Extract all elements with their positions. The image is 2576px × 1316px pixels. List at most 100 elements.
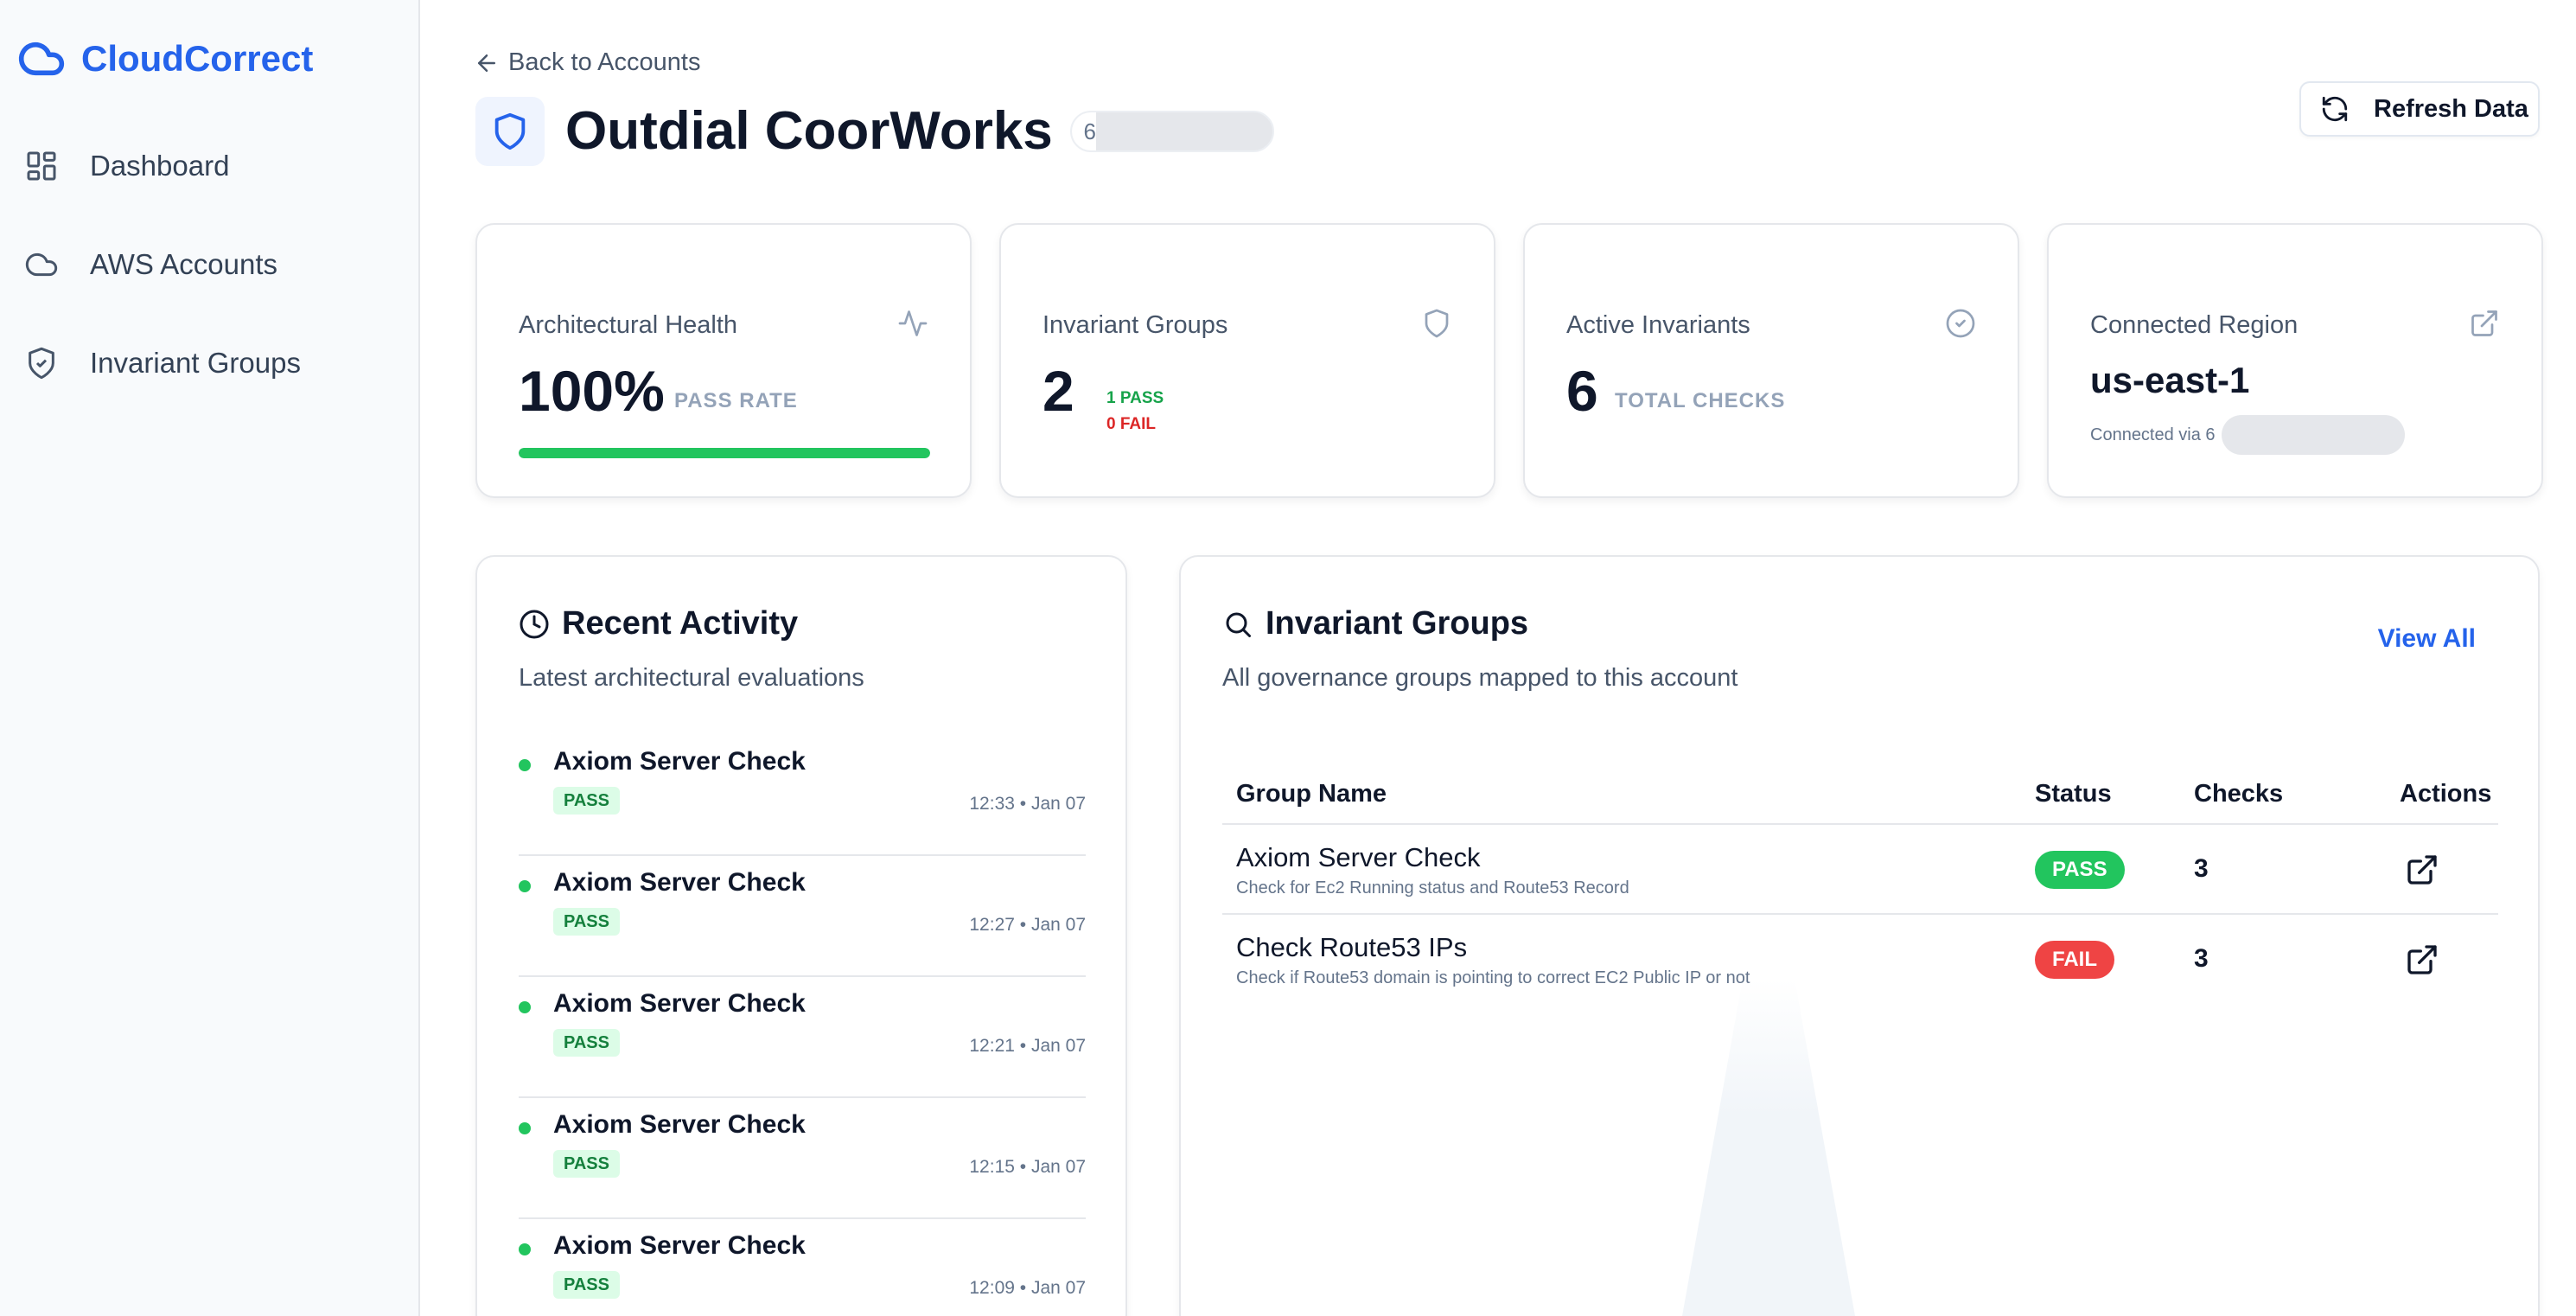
status-badge: PASS <box>553 1271 620 1299</box>
status-dot <box>519 1001 531 1013</box>
refresh-data-button[interactable]: Refresh Data <box>2299 81 2540 137</box>
card-caption: Connected Region <box>2090 311 2299 339</box>
sidebar-item-label: Dashboard <box>90 150 230 182</box>
activity-time: 12:33 • Jan 07 <box>969 794 1086 814</box>
shield-icon <box>1425 309 1449 338</box>
brand-logo[interactable]: CloudCorrect <box>17 35 313 83</box>
activity-pulse-icon <box>898 310 928 336</box>
activity-time: 12:21 • Jan 07 <box>969 1036 1086 1056</box>
activity-name: Axiom Server Check <box>553 868 806 897</box>
activity-item[interactable]: Axiom Server Check PASS 12:15 • Jan 07 <box>519 1098 1086 1219</box>
status-badge: PASS <box>553 1029 620 1057</box>
activity-name: Axiom Server Check <box>553 1110 806 1139</box>
account-id-pill: 6 <box>1070 111 1274 152</box>
panel-subtitle: All governance groups mapped to this acc… <box>1222 664 1738 692</box>
refresh-icon <box>2322 96 2348 122</box>
group-name: Check Route53 IPs <box>1236 932 1468 962</box>
shield-icon <box>494 112 526 150</box>
activity-item[interactable]: Axiom Server Check PASS 12:09 • Jan 07 <box>519 1219 1086 1316</box>
table-row[interactable]: Axiom Server Check Check for Ec2 Running… <box>1222 825 2498 915</box>
groups-pass-count: 1 PASS <box>1106 389 1164 407</box>
status-badge: PASS <box>553 908 620 936</box>
health-value: 100% <box>519 359 665 423</box>
recent-activity-panel: Recent Activity Latest architectural eva… <box>475 555 1127 1316</box>
column-header[interactable]: Status <box>2035 780 2112 808</box>
account-id-prefix: 6 <box>1072 112 1096 150</box>
sidebar: CloudCorrect Dashboard AWS Accounts Inva… <box>0 0 420 1316</box>
status-badge: PASS <box>2035 851 2125 889</box>
sidebar-item-dashboard[interactable]: Dashboard <box>24 140 229 192</box>
sidebar-item-invariant-groups[interactable]: Invariant Groups <box>24 337 301 389</box>
panel-title: Recent Activity <box>562 605 799 642</box>
groups-value: 2 <box>1043 359 1074 423</box>
invariant-groups-table: Group Name Status Checks Actions Axiom S… <box>1222 737 2498 1005</box>
column-header: Actions <box>2400 780 2492 808</box>
page-title: Outdial CoorWorks <box>565 101 1053 161</box>
activity-name: Axiom Server Check <box>553 989 806 1018</box>
connected-region-card: Connected Region us-east-1 Connected via… <box>2047 223 2543 498</box>
table-row[interactable]: Check Route53 IPs Check if Route53 domai… <box>1222 915 2498 1005</box>
status-badge: FAIL <box>2035 941 2114 979</box>
column-header[interactable]: Checks <box>2194 780 2283 808</box>
card-caption: Invariant Groups <box>1043 311 1228 339</box>
status-badge: PASS <box>553 787 620 815</box>
status-badge: PASS <box>553 1150 620 1178</box>
connected-via-text: Connected via 6 <box>2090 425 2216 444</box>
active-invariants-card: Active Invariants 6 TOTAL CHECKS <box>1523 223 2019 498</box>
region-value: us-east-1 <box>2090 360 2250 400</box>
group-description: Check for Ec2 Running status and Route53… <box>1236 878 1629 898</box>
dashboard-grid-icon <box>27 151 56 181</box>
arrow-left-icon <box>478 54 495 72</box>
cloud-icon <box>25 252 58 277</box>
back-to-accounts-link[interactable]: Back to Accounts <box>474 48 700 77</box>
shield-check-icon <box>29 347 54 380</box>
activity-time: 12:27 • Jan 07 <box>969 915 1086 935</box>
activity-name: Axiom Server Check <box>553 747 806 776</box>
external-link-icon[interactable] <box>2405 853 2439 887</box>
external-link-icon[interactable] <box>2405 942 2439 977</box>
main-content: Back to Accounts Outdial CoorWorks 6 Ref… <box>420 0 2576 1316</box>
invariants-unit: TOTAL CHECKS <box>1615 389 1786 412</box>
invariant-groups-header: Invariant Groups <box>1222 605 1528 642</box>
activity-name: Axiom Server Check <box>553 1231 806 1260</box>
activity-item[interactable]: Axiom Server Check PASS 12:33 • Jan 07 <box>519 735 1086 856</box>
card-caption: Active Invariants <box>1566 311 1750 339</box>
redacted-account-id <box>2222 415 2405 455</box>
groups-fail-count: 0 FAIL <box>1106 415 1157 433</box>
group-description: Check if Route53 domain is pointing to c… <box>1236 968 1750 987</box>
check-circle-icon <box>1946 309 1975 338</box>
search-icon <box>1226 612 1251 637</box>
activity-time: 12:09 • Jan 07 <box>969 1278 1086 1298</box>
table-header-row: Group Name Status Checks Actions <box>1222 737 2498 825</box>
column-header[interactable]: Group Name <box>1236 780 1387 808</box>
cloud-logo-icon <box>18 42 65 76</box>
panel-subtitle: Latest architectural evaluations <box>519 664 864 692</box>
brand-name: CloudCorrect <box>81 38 314 79</box>
group-name: Axiom Server Check <box>1236 842 1481 872</box>
invariants-value: 6 <box>1566 359 1598 423</box>
status-dot <box>519 759 531 771</box>
view-all-link[interactable]: View All <box>2378 624 2476 654</box>
health-progress-fill <box>519 448 930 458</box>
external-link-icon[interactable] <box>2469 308 2500 339</box>
checks-count: 3 <box>2194 854 2209 883</box>
account-shield-badge <box>475 97 545 166</box>
card-caption: Architectural Health <box>519 311 738 339</box>
status-dot <box>519 880 531 892</box>
activity-item[interactable]: Axiom Server Check PASS 12:27 • Jan 07 <box>519 856 1086 977</box>
activity-item[interactable]: Axiom Server Check PASS 12:21 • Jan 07 <box>519 977 1086 1098</box>
health-unit: PASS RATE <box>674 389 798 412</box>
invariant-groups-panel: Invariant Groups All governance groups m… <box>1179 555 2540 1316</box>
architectural-health-card: Architectural Health 100% PASS RATE <box>475 223 972 498</box>
status-dot <box>519 1243 531 1255</box>
sidebar-item-aws-accounts[interactable]: AWS Accounts <box>24 239 277 291</box>
health-progress-bar <box>519 448 930 458</box>
sidebar-item-label: Invariant Groups <box>90 347 301 379</box>
sidebar-item-label: AWS Accounts <box>90 248 278 280</box>
checks-count: 3 <box>2194 944 2209 973</box>
clock-icon <box>520 610 549 638</box>
recent-activity-header: Recent Activity <box>519 605 798 642</box>
refresh-label: Refresh Data <box>2374 94 2528 123</box>
status-dot <box>519 1122 531 1134</box>
activity-time: 12:15 • Jan 07 <box>969 1157 1086 1177</box>
